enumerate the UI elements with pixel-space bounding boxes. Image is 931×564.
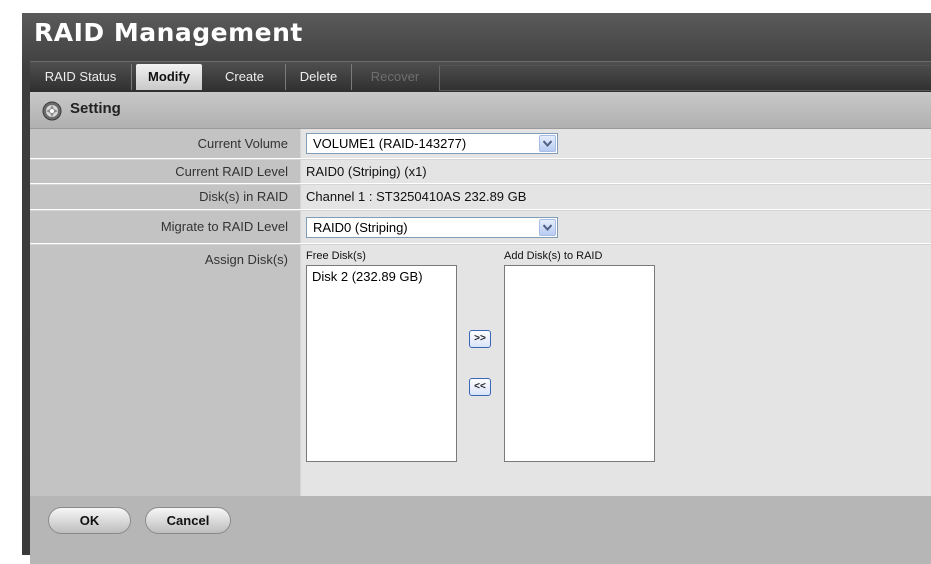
current-volume-label: Current Volume bbox=[30, 129, 300, 158]
migrate-raid-level-value: RAID0 (Striping) bbox=[313, 220, 408, 235]
row-current-raid-level: Current RAID Level RAID0 (Striping) (x1) bbox=[30, 160, 931, 184]
cancel-button[interactable]: Cancel bbox=[145, 507, 231, 534]
row-current-volume: Current Volume VOLUME1 (RAID-143277) bbox=[30, 129, 931, 159]
row-assign-disks: Assign Disk(s) Free Disk(s) Disk 2 (232.… bbox=[30, 245, 931, 496]
current-raid-level-label: Current RAID Level bbox=[30, 160, 300, 183]
tab-delete[interactable]: Delete bbox=[286, 64, 352, 90]
chevron-down-icon[interactable] bbox=[539, 135, 556, 152]
footer-bar: OK Cancel bbox=[30, 496, 931, 564]
setting-panel: Setting Current Volume VOLUME1 (RAID-143… bbox=[30, 92, 931, 564]
migrate-raid-level-cell: RAID0 (Striping) bbox=[301, 211, 931, 243]
migrate-raid-level-select[interactable]: RAID0 (Striping) bbox=[306, 217, 558, 238]
free-disks-listbox[interactable]: Disk 2 (232.89 GB) bbox=[306, 265, 457, 462]
current-volume-select[interactable]: VOLUME1 (RAID-143277) bbox=[306, 133, 558, 154]
tab-recover: Recover bbox=[370, 69, 420, 84]
current-volume-value: VOLUME1 (RAID-143277) bbox=[313, 136, 467, 151]
add-disks-listbox[interactable] bbox=[504, 265, 655, 462]
current-raid-level-value: RAID0 (Striping) (x1) bbox=[301, 160, 931, 183]
assign-disks-cell: Free Disk(s) Disk 2 (232.89 GB) >> << Ad… bbox=[301, 245, 931, 496]
free-disks-caption: Free Disk(s) bbox=[306, 250, 366, 262]
tab-raid-status[interactable]: RAID Status bbox=[30, 64, 132, 90]
section-title: Setting bbox=[70, 100, 121, 117]
gear-icon bbox=[42, 101, 62, 121]
current-volume-cell: VOLUME1 (RAID-143277) bbox=[301, 129, 931, 158]
page-title: RAID Management bbox=[34, 18, 303, 47]
row-disks-in-raid: Disk(s) in RAID Channel 1 : ST3250410AS … bbox=[30, 185, 931, 210]
migrate-raid-level-label: Migrate to RAID Level bbox=[30, 211, 300, 243]
tab-create[interactable]: Create bbox=[204, 64, 286, 90]
tab-modify[interactable]: Modify bbox=[136, 64, 202, 90]
chevron-down-icon[interactable] bbox=[539, 219, 556, 236]
assign-disks-label: Assign Disk(s) bbox=[30, 245, 300, 496]
add-disk-button[interactable]: >> bbox=[469, 330, 491, 348]
section-header: Setting bbox=[30, 92, 931, 129]
tab-bar-filler bbox=[439, 65, 931, 91]
free-disk-item[interactable]: Disk 2 (232.89 GB) bbox=[312, 269, 423, 284]
add-disks-caption: Add Disk(s) to RAID bbox=[504, 250, 603, 262]
row-migrate-raid-level: Migrate to RAID Level RAID0 (Striping) bbox=[30, 211, 931, 244]
remove-disk-button[interactable]: << bbox=[469, 378, 491, 396]
ok-button[interactable]: OK bbox=[48, 507, 131, 534]
tab-bar: RAID Status Modify Create Delete Recover bbox=[30, 61, 931, 92]
disks-in-raid-value: Channel 1 : ST3250410AS 232.89 GB bbox=[301, 185, 931, 209]
disks-in-raid-label: Disk(s) in RAID bbox=[30, 185, 300, 209]
raid-management-panel: RAID Management RAID Status Modify Creat… bbox=[22, 13, 931, 564]
app-window: RAID Management RAID Status Modify Creat… bbox=[0, 0, 931, 564]
